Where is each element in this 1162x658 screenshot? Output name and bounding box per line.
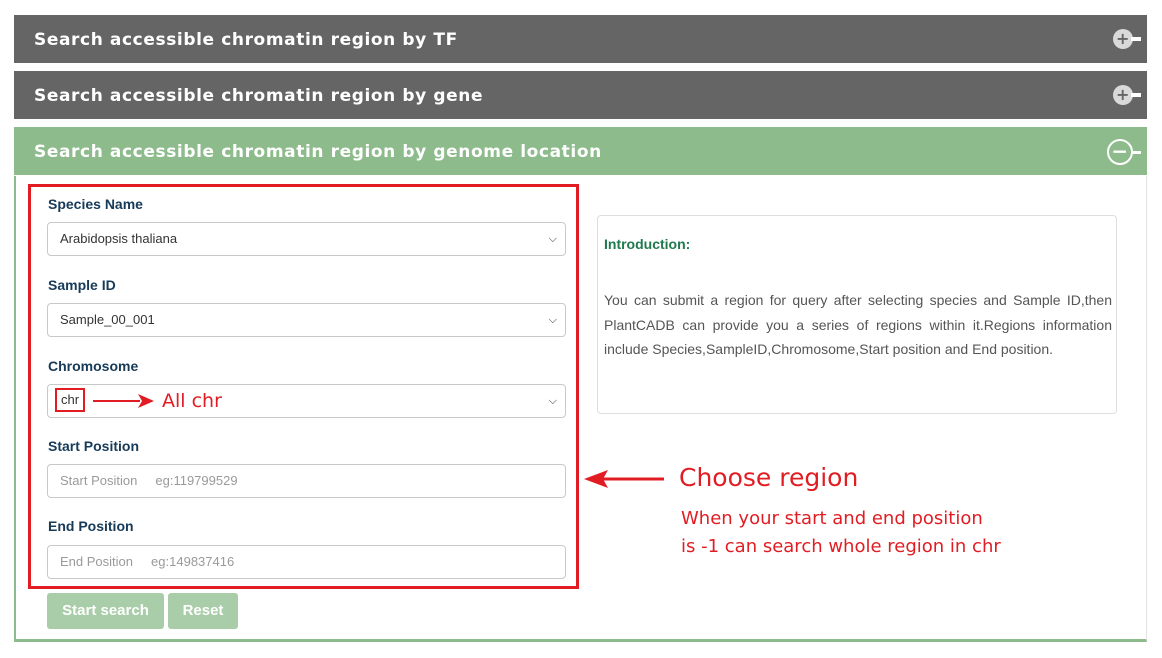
annotation-note-line2: is -1 can search whole region in chr — [681, 536, 1001, 557]
annotation-choose-region: Choose region — [679, 463, 859, 492]
annotation-arrows — [93, 394, 664, 488]
annotation-all-chr: All chr — [162, 390, 222, 412]
arrow-right-icon — [93, 394, 154, 408]
arrow-left-icon — [584, 470, 664, 488]
annotation-note-line1: When your start and end position — [681, 508, 983, 529]
